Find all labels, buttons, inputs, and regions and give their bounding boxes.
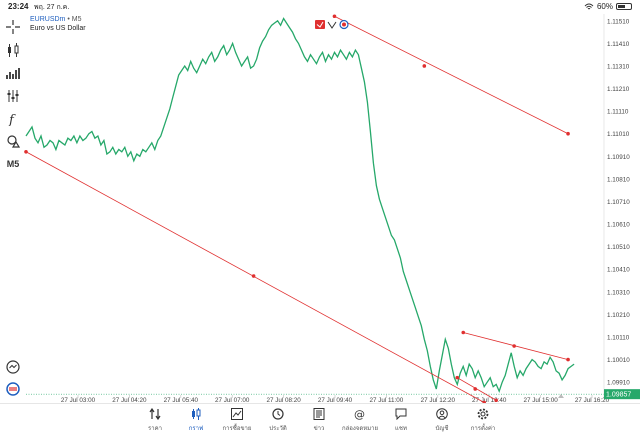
y-tick-label: 1.11510	[607, 18, 630, 25]
trendline-handle[interactable]	[455, 375, 460, 380]
function-icon[interactable]: f	[4, 110, 22, 128]
symbol-name[interactable]: EURUSDm	[30, 16, 65, 23]
svg-text:@: @	[354, 408, 365, 420]
symbol-timeframe: M5	[71, 16, 82, 23]
nav-quotes[interactable]: ราคา	[135, 408, 175, 433]
trendline-2[interactable]	[25, 151, 485, 403]
news-icon	[313, 408, 325, 420]
symbol-separator: •	[67, 16, 70, 23]
trendline-handle[interactable]	[251, 274, 256, 278]
trendline-handle[interactable]	[566, 357, 570, 362]
y-tick-label: 1.10510	[607, 244, 630, 251]
nav-settings[interactable]: การตั้งค่า	[463, 408, 503, 433]
price-line	[25, 17, 575, 394]
chat-icon	[395, 408, 407, 420]
trendline-handle[interactable]	[566, 131, 570, 136]
y-tick-label: 1.11210	[607, 86, 630, 93]
scroll-marker-icon[interactable]	[558, 394, 564, 398]
trendline-handle[interactable]	[332, 14, 337, 19]
price-badge: 1.09857	[604, 389, 640, 400]
chart-header: EURUSDm • M5 Euro vs US Dollar	[30, 15, 86, 33]
mailbox-icon: @	[354, 408, 365, 420]
y-tick-label: 1.11410	[607, 41, 630, 48]
quotes-icon	[149, 408, 161, 420]
y-tick-label: 1.10310	[607, 289, 630, 296]
left-toolbar: f M5	[0, 14, 26, 399]
svg-text:f: f	[8, 113, 16, 126]
x-axis: 27 Jul 03:00 27 Jul 04:20 27 Jul 05:40 27 J…	[61, 395, 610, 403]
objects-icon[interactable]	[4, 87, 22, 105]
y-tick-label: 1.10610	[607, 222, 630, 229]
history-icon	[272, 408, 284, 420]
accounts-icon	[436, 408, 448, 420]
trendline-handle[interactable]	[473, 387, 478, 391]
trendline-1[interactable]	[334, 15, 569, 135]
chart-icon	[192, 408, 201, 420]
indicators-icon[interactable]	[4, 64, 22, 82]
y-tick-label: 1.10710	[607, 199, 630, 206]
y-tick-label: 1.10210	[607, 312, 630, 319]
y-tick-label: 1.10110	[607, 335, 630, 342]
bottom-nav: ราคา กราฟ การซื้อขาย ประวัติ ข่าว @ กล่อ…	[0, 403, 640, 447]
one-click-trading-icon[interactable]	[4, 380, 22, 398]
y-tick-label: 1.11110	[607, 109, 629, 116]
y-axis: 1.11510 1.11410 1.11310 1.11210 1.11110 1.110…	[603, 14, 630, 398]
collapse-chevron-icon[interactable]	[327, 21, 337, 29]
nav-chart[interactable]: กราฟ	[176, 408, 216, 433]
shapes-icon[interactable]	[4, 132, 22, 150]
trendline-handle[interactable]	[494, 398, 498, 403]
y-tick-label: 1.09910	[607, 380, 630, 387]
nav-mailbox[interactable]: @ กล่องจดหมาย	[340, 408, 380, 433]
trendline-handle[interactable]	[461, 330, 466, 335]
candles-icon[interactable]	[4, 41, 22, 59]
trendlines	[24, 14, 570, 403]
timeframe-button[interactable]: M5	[4, 155, 22, 173]
y-tick-label: 1.11310	[607, 63, 630, 70]
symbol-description: Euro vs US Dollar	[30, 25, 86, 32]
trendline-handle[interactable]	[422, 64, 427, 68]
y-tick-label: 1.10410	[607, 267, 630, 274]
y-tick-label: 1.10910	[607, 154, 630, 161]
alerts-icon[interactable]	[4, 358, 22, 376]
nav-news[interactable]: ข่าว	[299, 408, 339, 433]
price-chart[interactable]: 1.11510 1.11410 1.11310 1.11210 1.11110 1.110…	[0, 0, 640, 403]
nav-history[interactable]: ประวัติ	[258, 408, 298, 433]
crosshair-icon[interactable]	[4, 18, 22, 36]
nav-accounts[interactable]: บัญชี	[422, 408, 462, 433]
settings-icon	[477, 408, 489, 420]
y-tick-label: 1.10810	[607, 176, 630, 183]
event-markers[interactable]	[315, 19, 349, 30]
trade-icon	[231, 408, 243, 420]
nav-chat[interactable]: แชท	[381, 408, 421, 433]
y-tick-label: 1.11010	[607, 131, 630, 138]
nav-trade[interactable]: การซื้อขาย	[217, 408, 257, 433]
svg-text:1.09857: 1.09857	[606, 392, 631, 399]
y-tick-label: 1.10010	[607, 357, 630, 364]
trendline-handle[interactable]	[512, 344, 516, 348]
